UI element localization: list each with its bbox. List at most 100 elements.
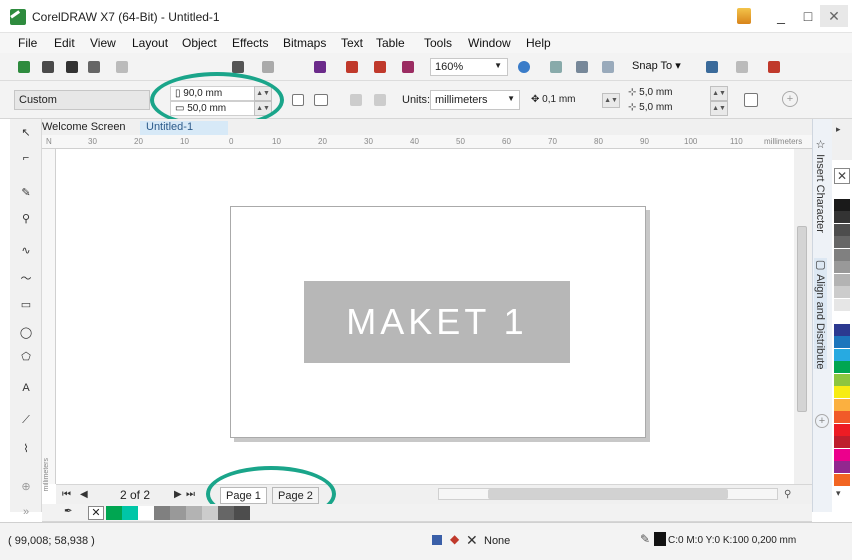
document-color-swatch[interactable]: [122, 506, 138, 520]
last-page-icon[interactable]: ⏭: [186, 489, 195, 500]
open-icon[interactable]: [42, 61, 54, 73]
application-launcher-icon[interactable]: [768, 61, 780, 73]
document-color-swatch[interactable]: [106, 506, 122, 520]
text-tool-icon[interactable]: A: [16, 382, 36, 398]
show-rulers-icon[interactable]: [550, 61, 562, 73]
palette-swatch[interactable]: [834, 236, 850, 248]
menu-help[interactable]: Help: [526, 36, 551, 50]
artistic-media-icon[interactable]: 〜: [16, 270, 36, 286]
no-fill-swatch[interactable]: ✕: [88, 506, 104, 520]
save-icon[interactable]: [66, 61, 78, 73]
page-preset-select[interactable]: Custom: [14, 90, 150, 110]
palette-swatch[interactable]: [834, 348, 850, 361]
redo-icon[interactable]: [262, 61, 274, 73]
polygon-tool-icon[interactable]: ⬠: [16, 350, 36, 366]
maket-text[interactable]: MAKET 1: [304, 281, 570, 363]
menu-bitmaps[interactable]: Bitmaps: [283, 36, 326, 50]
user-account-icon[interactable]: [737, 8, 751, 24]
expand-toolbox-icon[interactable]: »: [16, 506, 36, 522]
palette-swatch[interactable]: [834, 298, 850, 311]
treat-as-filled-icon[interactable]: [744, 93, 758, 107]
document-color-swatch[interactable]: [202, 506, 218, 520]
pick-tool-icon[interactable]: ↖: [16, 126, 36, 142]
fill-bucket-icon[interactable]: ◆: [450, 532, 459, 546]
rectangle-tool-icon[interactable]: ▭: [16, 298, 36, 314]
menu-edit[interactable]: Edit: [54, 36, 75, 50]
vertical-scroll-thumb[interactable]: [797, 226, 807, 412]
snap-to-button[interactable]: Snap To ▾: [632, 59, 681, 72]
document-color-swatch[interactable]: [218, 506, 234, 520]
ellipse-tool-icon[interactable]: ◯: [16, 326, 36, 342]
zoom-level-select[interactable]: 160% ▼: [430, 58, 508, 76]
document-color-swatch[interactable]: [186, 506, 202, 520]
landscape-icon[interactable]: [314, 94, 328, 106]
portrait-icon[interactable]: [292, 94, 304, 106]
palette-swatch[interactable]: [834, 186, 850, 198]
document-color-swatch[interactable]: [138, 506, 154, 520]
palette-swatch[interactable]: [834, 261, 850, 273]
connector-tool-icon[interactable]: ⌇: [16, 442, 36, 458]
export-icon[interactable]: [374, 61, 386, 73]
palette-swatch[interactable]: [834, 386, 850, 398]
parallel-dimension-icon[interactable]: ⟋: [16, 414, 36, 430]
menu-effects[interactable]: Effects: [232, 36, 268, 50]
minimize-button[interactable]: _: [767, 5, 795, 27]
show-guidelines-icon[interactable]: [602, 61, 614, 73]
freehand-tool-icon[interactable]: ∿: [16, 244, 36, 260]
palette-swatch[interactable]: [834, 373, 850, 386]
shape-tool-icon[interactable]: ⌐: [16, 152, 36, 168]
palette-swatch[interactable]: [834, 448, 850, 461]
menu-window[interactable]: Window: [468, 36, 511, 50]
add-icon[interactable]: +: [782, 91, 798, 107]
palette-swatch[interactable]: [834, 223, 850, 236]
palette-swatch[interactable]: [834, 423, 850, 436]
palette-swatch[interactable]: [834, 311, 850, 323]
no-color-swatch[interactable]: ✕: [834, 168, 850, 184]
tab-untitled-1[interactable]: Untitled-1: [140, 121, 228, 135]
palette-swatch[interactable]: [834, 411, 850, 423]
palette-swatch[interactable]: [834, 473, 850, 486]
show-grid-icon[interactable]: [576, 61, 588, 73]
menu-table[interactable]: Table: [376, 36, 405, 50]
duplicate-distance-x-field[interactable]: ⊹ 5,0 mm: [626, 86, 708, 101]
palette-swatch[interactable]: [834, 461, 850, 473]
undo-icon[interactable]: [232, 61, 244, 73]
duplicate-distance-y-field[interactable]: ⊹ 5,0 mm: [626, 101, 708, 116]
print-icon[interactable]: [88, 61, 100, 73]
horizontal-scroll-thumb[interactable]: [488, 489, 728, 499]
document-color-swatch[interactable]: [234, 506, 250, 520]
tab-welcome-screen[interactable]: Welcome Screen: [42, 121, 126, 135]
first-page-icon[interactable]: ⏮: [62, 489, 71, 500]
palette-swatch[interactable]: [834, 398, 850, 411]
units-select[interactable]: millimeters ▼: [430, 90, 520, 110]
document-color-swatch[interactable]: [170, 506, 186, 520]
current-page-icon[interactable]: [374, 94, 386, 106]
palette-swatch[interactable]: [834, 248, 850, 261]
palette-swatch[interactable]: [834, 211, 850, 223]
next-page-icon[interactable]: ▶: [174, 489, 182, 500]
palette-swatch[interactable]: [834, 273, 850, 286]
all-pages-icon[interactable]: [350, 94, 362, 106]
menu-object[interactable]: Object: [182, 36, 217, 50]
menu-tools[interactable]: Tools: [424, 36, 452, 50]
add-tool-icon[interactable]: ⊕: [16, 480, 36, 496]
duplicate-x-stepper[interactable]: ▲▼: [710, 86, 728, 101]
zoom-tool-icon[interactable]: ⚲: [16, 212, 36, 228]
palette-swatch[interactable]: [834, 336, 850, 348]
menu-view[interactable]: View: [90, 36, 116, 50]
docker-tab-align-distribute[interactable]: ▢ Align and Distribute: [814, 258, 827, 370]
full-screen-preview-icon[interactable]: [518, 61, 530, 73]
menu-layout[interactable]: Layout: [132, 36, 168, 50]
zoom-navigator-icon[interactable]: ⚲: [784, 489, 791, 500]
outline-pen-icon[interactable]: ✎: [640, 532, 650, 546]
docker-tab-insert-character[interactable]: ☆ Insert Character: [814, 138, 827, 233]
fill-color-icon[interactable]: [432, 535, 442, 545]
palette-swatch[interactable]: [834, 198, 850, 211]
crop-tool-icon[interactable]: ✎: [16, 186, 36, 202]
eyedropper-icon[interactable]: ✒: [64, 506, 72, 517]
publish-icon[interactable]: [402, 61, 414, 73]
nudge-distance-field[interactable]: ✥ 0,1 mm: [529, 91, 599, 109]
palette-swatch[interactable]: [834, 436, 850, 448]
close-button[interactable]: ✕: [820, 5, 848, 27]
document-color-swatch[interactable]: [154, 506, 170, 520]
